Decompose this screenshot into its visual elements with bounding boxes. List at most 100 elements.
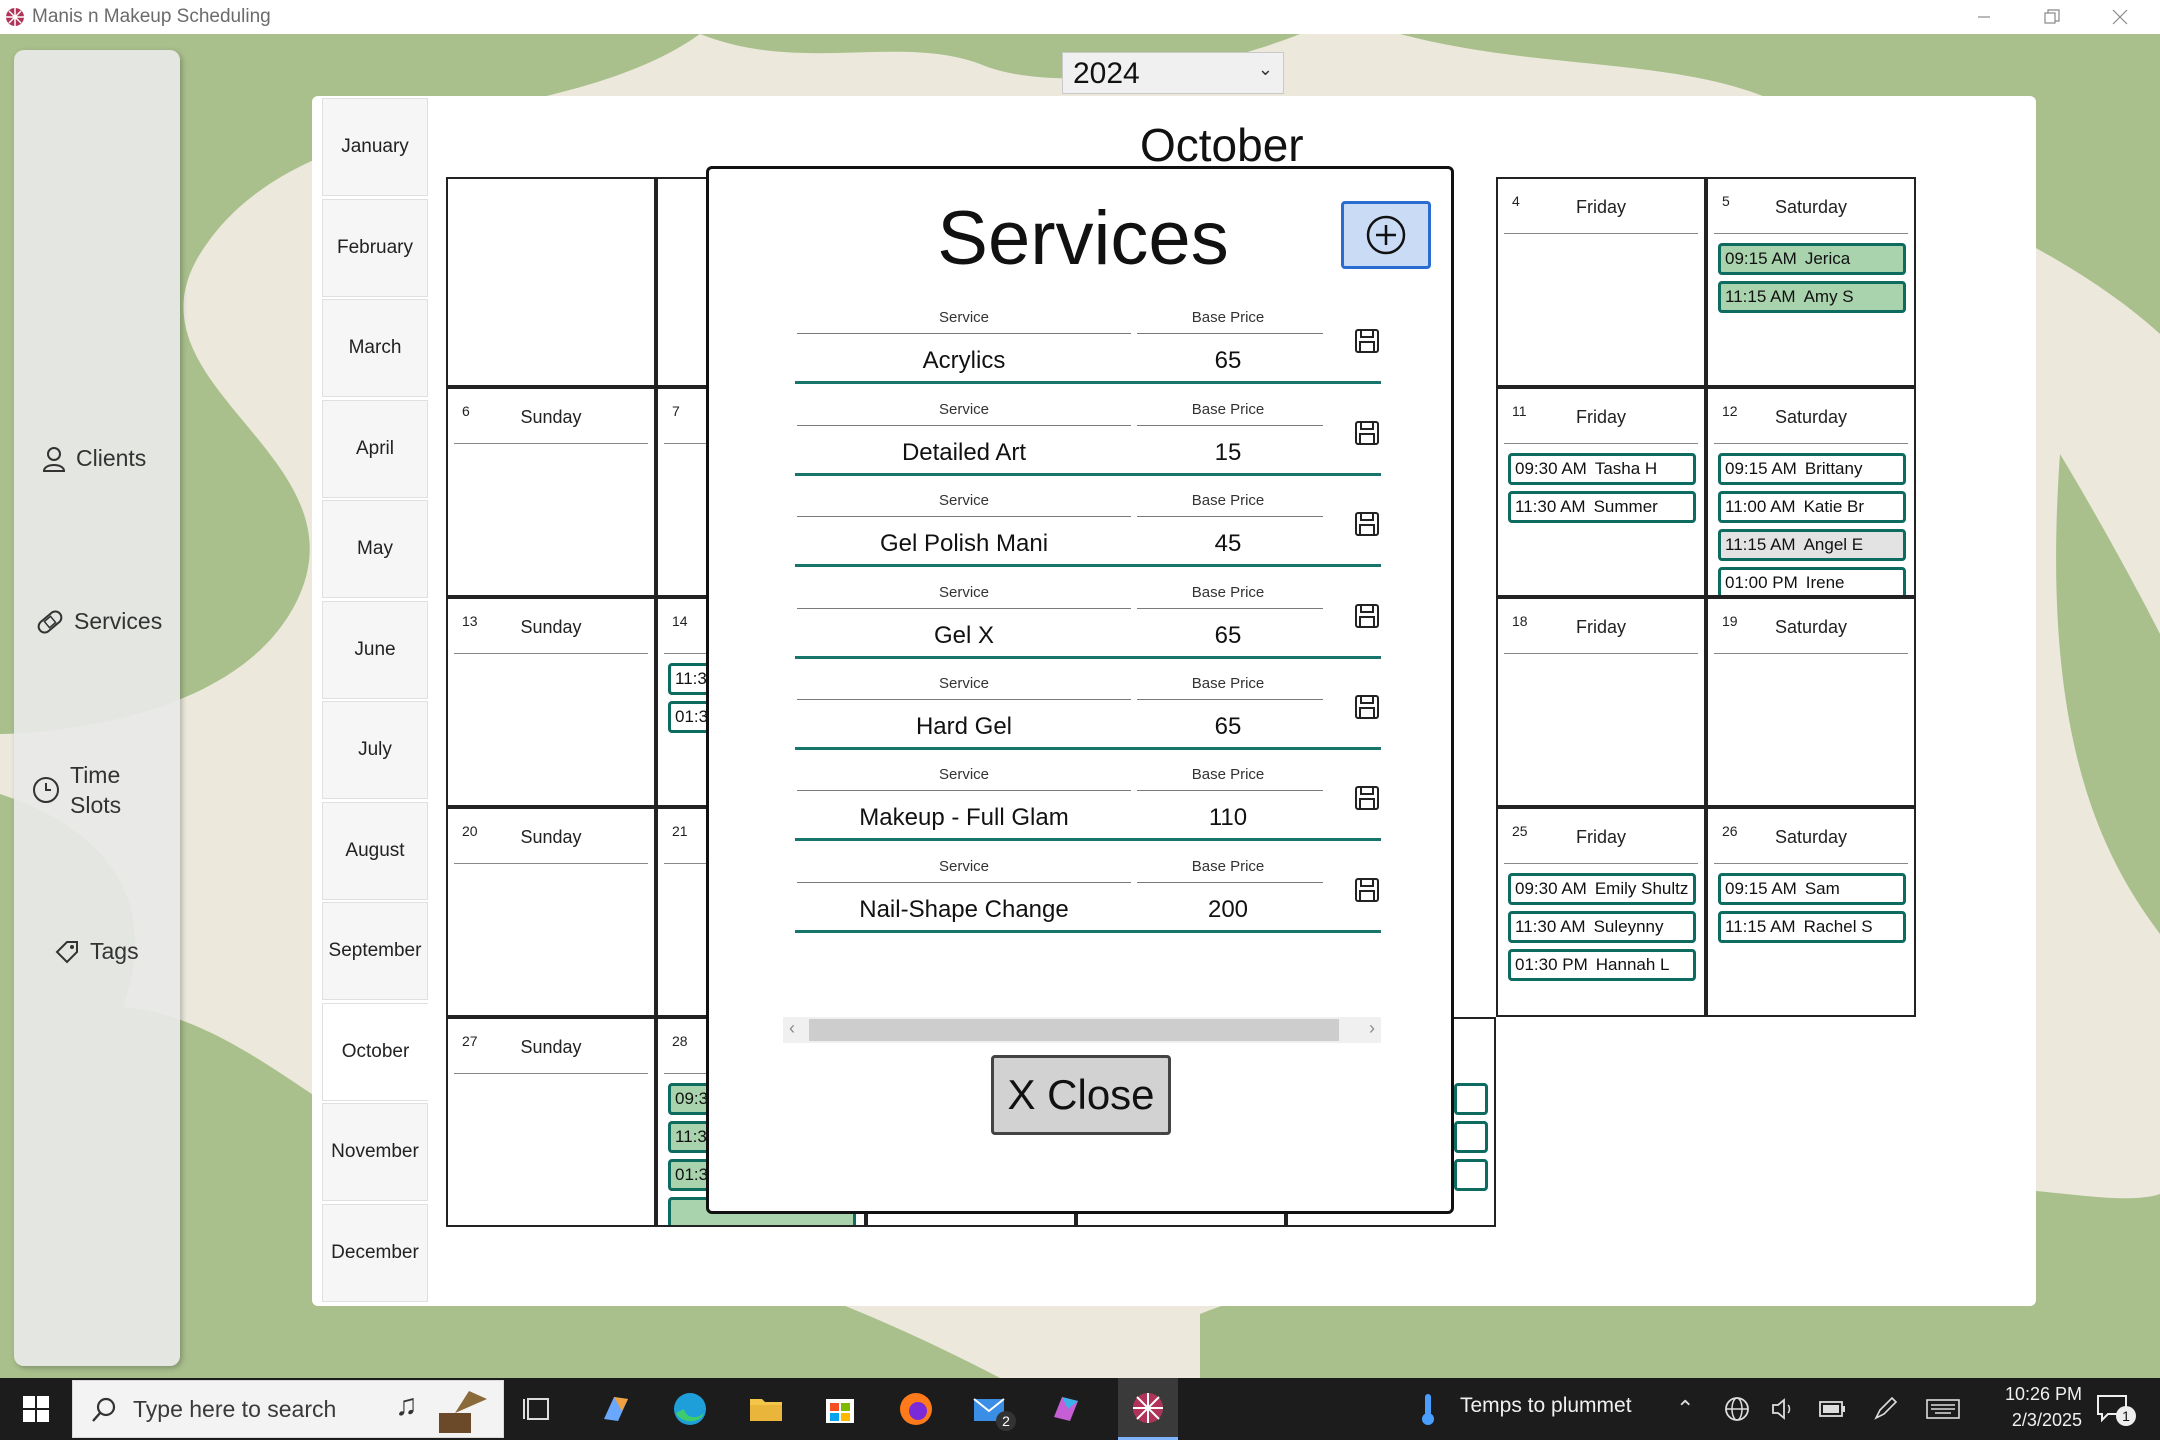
save-icon[interactable] [1353,876,1381,904]
appointment-chip[interactable] [1454,1083,1488,1115]
task-view-icon[interactable] [518,1389,558,1429]
appt-client: Hannah L [1595,955,1670,974]
service-price-field[interactable]: 65 [1133,622,1323,650]
sidebar-item-services[interactable]: Services [36,608,162,635]
save-icon[interactable] [1353,419,1381,447]
appointment-chip[interactable]: 09:30 AM Tasha H [1508,453,1696,485]
close-button[interactable]: X Close [991,1055,1171,1135]
scrollbar-thumb[interactable] [809,1019,1339,1041]
tab-november[interactable]: November [322,1103,428,1201]
service-price-field[interactable]: 110 [1133,804,1323,832]
divider [1137,333,1323,334]
clock-date[interactable]: 2/3/2025 [1962,1410,2082,1431]
appt-time: 09:3 [675,1089,709,1108]
appt-time: 09:15 AM [1725,879,1797,898]
service-name-field[interactable]: Gel X [795,622,1133,650]
edge-browser-icon[interactable] [670,1389,710,1429]
sidebar-item-time-slots[interactable]: Time Slots [32,760,121,820]
tab-august[interactable]: August [322,802,428,900]
divider [1137,608,1323,609]
save-icon[interactable] [1353,602,1381,630]
day-name: Friday [1575,197,1626,217]
service-price-field[interactable]: 15 [1133,439,1323,467]
add-service-button[interactable] [1341,201,1431,269]
row-underline [795,747,1381,750]
appointment-chip[interactable] [1454,1159,1488,1191]
battery-icon[interactable] [1818,1398,1846,1420]
tab-september[interactable]: September [322,902,428,1000]
save-icon[interactable] [1353,784,1381,812]
microsoft-store-icon[interactable] [820,1389,860,1429]
service-name-field[interactable]: Acrylics [795,347,1133,375]
service-name-field[interactable]: Hard Gel [795,713,1133,741]
appointment-chip[interactable]: 09:30 AM Emily Shultz [1508,873,1696,905]
scroll-left-icon[interactable]: ‹ [789,1018,795,1039]
appointment-chip[interactable]: 09:15 AM Jerica [1718,243,1906,275]
taskbar-search[interactable]: Type here to search ♫ [72,1380,504,1438]
tab-may[interactable]: May [322,500,428,598]
tab-april[interactable]: April [322,400,428,498]
tab-march[interactable]: March [322,299,428,397]
appt-time: 01:30 PM [1515,955,1588,974]
appointment-chip[interactable]: 11:15 AM Amy S [1718,281,1906,313]
appt-client: Angel E [1803,535,1864,554]
start-button[interactable] [0,1378,72,1440]
sidebar-item-tags[interactable]: Tags [54,938,139,965]
weather-text[interactable]: Temps to plummet [1460,1394,1632,1418]
appointment-chip[interactable]: 11:00 AM Katie Br [1718,491,1906,523]
service-name-field[interactable]: Detailed Art [795,439,1133,467]
appointment-chip[interactable]: 11:15 AM Angel E [1718,529,1906,561]
save-icon[interactable] [1353,693,1381,721]
horizontal-scrollbar[interactable]: ‹ › [783,1017,1381,1043]
service-price-field[interactable]: 45 [1133,530,1323,558]
appt-client: Brittany [1804,459,1863,478]
keyboard-icon[interactable] [1926,1398,1960,1420]
close-window-button[interactable] [2086,0,2154,34]
row-underline [795,564,1381,567]
save-icon[interactable] [1353,510,1381,538]
sidebar-item-clients[interactable]: Clients [42,445,146,472]
file-explorer-icon[interactable] [746,1389,786,1429]
appointment-chip[interactable]: 11:30 AM Summer [1508,491,1696,523]
appt-time: 11:15 AM [1725,917,1796,936]
service-name-field[interactable]: Nail-Shape Change [795,896,1133,924]
microsoft-365-icon[interactable] [1046,1389,1086,1429]
appointment-chip[interactable]: 01:30 PM Hannah L [1508,949,1696,981]
tab-june[interactable]: June [322,601,428,699]
pen-icon[interactable] [1872,1396,1898,1422]
appointment-chip[interactable]: 11:30 AM Suleynny [1508,911,1696,943]
appointment-chip[interactable]: 09:15 AM Sam [1718,873,1906,905]
tab-october[interactable]: October [322,1003,428,1101]
globe-icon[interactable] [1724,1396,1750,1422]
tab-july[interactable]: July [322,701,428,799]
day-number: 21 [672,823,688,839]
appointment-chip[interactable]: 09:15 AM Brittany [1718,453,1906,485]
minimize-button[interactable] [1950,0,2018,34]
service-name-field[interactable]: Gel Polish Mani [795,530,1133,558]
copilot-icon[interactable] [596,1389,636,1429]
scroll-right-icon[interactable]: › [1369,1018,1375,1039]
tab-january[interactable]: January [322,98,428,196]
service-name-field[interactable]: Makeup - Full Glam [795,804,1133,832]
appointment-chip[interactable]: 11:15 AM Rachel S [1718,911,1906,943]
tab-december[interactable]: December [322,1204,428,1302]
year-dropdown[interactable]: 2024 ⌄ [1062,52,1284,94]
appointment-chip[interactable] [1454,1121,1488,1153]
divider [1137,425,1323,426]
chevron-up-icon[interactable]: ⌃ [1676,1396,1694,1422]
clock-time[interactable]: 10:26 PM [1962,1384,2082,1405]
service-price-field[interactable]: 65 [1133,713,1323,741]
service-price-field[interactable]: 65 [1133,347,1323,375]
restore-button[interactable] [2018,0,2086,34]
service-price-field[interactable]: 200 [1133,896,1323,924]
notification-button[interactable]: 1 [2096,1392,2136,1428]
active-app-button[interactable] [1118,1378,1178,1440]
firefox-icon[interactable] [896,1389,936,1429]
volume-icon[interactable] [1770,1396,1796,1422]
thermometer-icon[interactable] [1418,1392,1438,1426]
tab-february[interactable]: February [322,199,428,297]
mail-icon[interactable]: 2 [970,1389,1016,1431]
appointment-chip[interactable]: 01:00 PM Irene [1718,567,1906,595]
divider [1504,443,1698,444]
save-icon[interactable] [1353,327,1381,355]
